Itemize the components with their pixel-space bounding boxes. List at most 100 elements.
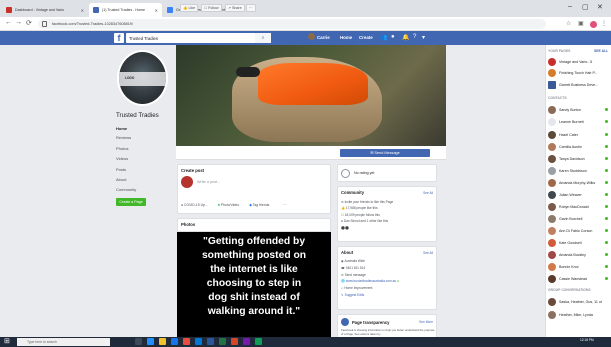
page-shortcut[interactable]: Finishing Touch Hair P... <box>548 68 608 77</box>
create-post-title: Create post <box>181 168 205 173</box>
menu-icon[interactable]: ⋮ <box>601 20 607 27</box>
contact-row[interactable]: Robyn MacDonald <box>548 202 608 211</box>
suggest-edits-link[interactable]: ✎ Suggest Edits <box>341 292 399 299</box>
forward-icon[interactable]: → <box>15 19 22 26</box>
contact-row[interactable]: Cassie Wanstead <box>548 274 608 283</box>
left-nav-home[interactable]: Home <box>116 126 127 131</box>
group-row[interactable]: Heather, Mike, Lynda <box>548 310 608 319</box>
word-icon[interactable] <box>207 338 214 345</box>
your-pages-label: YOUR PAGES <box>548 49 571 53</box>
excel-icon[interactable] <box>219 338 226 345</box>
star-icon[interactable]: ☆ <box>566 20 571 27</box>
send-message-row[interactable]: ✉ Send message <box>341 272 399 279</box>
taskbar-clock[interactable]: 12:18 PM <box>580 338 594 342</box>
facebook-search-input[interactable]: Trusted Tradies <box>126 33 271 43</box>
category-row[interactable]: ◇ Home Improvement <box>341 285 399 292</box>
edge-icon[interactable] <box>147 338 154 345</box>
contact-row[interactable]: Kate Goodsell <box>548 238 608 247</box>
maximize-icon[interactable]: ▢ <box>582 3 589 11</box>
page-title[interactable]: Trusted Tradies <box>116 112 159 119</box>
onenote-icon[interactable] <box>243 338 250 345</box>
community-row-text: Dan Sinnot and 1 other like this <box>343 219 389 224</box>
follow-button[interactable]: ☐ Follow <box>201 4 222 12</box>
photo-quote-image[interactable]: "Getting offended by something posted on… <box>177 232 331 347</box>
chrome-icon[interactable] <box>183 338 190 345</box>
like-button[interactable]: 👍 Like <box>180 4 199 12</box>
left-nav-posts[interactable]: Posts <box>116 167 126 172</box>
post-input[interactable]: Write a post... <box>197 180 220 184</box>
browser-tab[interactable]: Dashboard - Vintage and Vario ✕ <box>2 3 88 17</box>
avatar[interactable] <box>308 33 315 40</box>
left-nav-photos[interactable]: Photos <box>116 146 128 151</box>
create-page-button[interactable]: Create a Page <box>116 198 146 206</box>
group-row[interactable]: Saska, Heather, Gus, 11 ot <box>548 297 608 306</box>
minimize-icon[interactable]: – <box>568 3 572 10</box>
photo-video-button[interactable]: ■ Photo/Video <box>218 203 239 207</box>
notifications-icon[interactable]: 🔔 <box>402 34 409 41</box>
back-icon[interactable]: ← <box>5 19 12 26</box>
contact-row[interactable]: Tanya Davidson <box>548 154 608 163</box>
page-shortcut[interactable]: Vintage and Vario...5 <box>548 57 608 66</box>
phone-row[interactable]: ☎ 0401 811 514 <box>341 265 399 272</box>
search-icon[interactable]: ⌕ <box>255 33 271 43</box>
left-nav-about[interactable]: About <box>116 177 126 182</box>
file-explorer-icon[interactable] <box>159 338 166 345</box>
share-button[interactable]: ↗ Share <box>225 4 245 12</box>
windows-start-icon[interactable]: ⊞ <box>4 338 12 346</box>
photos-title[interactable]: Photos <box>181 222 195 227</box>
messenger-icon[interactable]: ● <box>391 34 395 40</box>
contact-row[interactable]: Leanne Burnett <box>548 117 608 126</box>
store-icon[interactable] <box>171 338 178 345</box>
tag-friends-button[interactable]: ◆ Tag friends <box>249 203 269 207</box>
covid-button[interactable]: ● COVID-19 Up... <box>181 203 208 207</box>
close-icon[interactable]: ✕ <box>78 8 84 13</box>
task-view-icon[interactable] <box>135 338 142 345</box>
help-icon[interactable]: ? <box>413 34 416 40</box>
contact-row[interactable]: Amanda Buckley <box>548 250 608 259</box>
url-input[interactable]: facebook.com/Trusted-Tradies-10283476088… <box>38 19 546 29</box>
contact-row[interactable]: Amanda Murphy-Wilks <box>548 178 608 187</box>
nav-profile-link[interactable]: Carrie <box>317 35 330 40</box>
contact-row[interactable]: Hazel Cater <box>548 130 608 139</box>
contact-row[interactable]: Ann Di Fabio Corson <box>548 226 608 235</box>
extension-icon[interactable]: ▣ <box>578 20 584 27</box>
reload-icon[interactable]: ⟳ <box>26 19 32 27</box>
see-all-pages-link[interactable]: SEE ALL <box>594 49 608 53</box>
contact-row[interactable]: Sandy Burton <box>548 105 608 114</box>
taskbar-search-input[interactable]: Type here to search <box>17 338 110 346</box>
browser-tab-active[interactable]: (1) Trusted Tradies - Home ✕ <box>89 3 162 17</box>
page-shortcut[interactable]: Garrett Business Deve... <box>548 80 608 89</box>
left-nav-community[interactable]: Community <box>116 187 136 192</box>
about-see-all-link[interactable]: See All <box>423 251 433 255</box>
friends-icon[interactable]: 👥 <box>380 34 387 41</box>
contact-name: Robyn MacDonald <box>559 204 589 209</box>
facebook-logo-icon[interactable]: f <box>114 33 124 43</box>
see-more-link[interactable]: See More <box>419 320 433 324</box>
nav-home-link[interactable]: Home <box>340 35 352 40</box>
contact-row[interactable]: Karen Studdrison <box>548 166 608 175</box>
close-icon[interactable]: ✕ <box>152 8 158 13</box>
account-menu-icon[interactable]: ▾ <box>422 34 425 41</box>
profile-avatar-icon[interactable] <box>590 21 597 28</box>
cover-photo[interactable] <box>176 45 446 146</box>
app-icon[interactable] <box>255 338 262 345</box>
left-nav-reviews[interactable]: Reviews <box>116 135 131 140</box>
more-options-icon[interactable]: ··· <box>283 203 286 207</box>
website-link[interactable]: 🌐 www.trustedtradiesaustralia.com.au ● <box>341 278 399 285</box>
online-status-icon <box>605 145 608 148</box>
contact-row[interactable]: Julian Weaver <box>548 190 608 199</box>
more-button[interactable]: ··· <box>246 4 256 12</box>
community-see-all-link[interactable]: See All <box>423 191 433 195</box>
friends-like-row[interactable]: ● Dan Sinnot and 1 other like this <box>341 218 393 224</box>
powerpoint-icon[interactable] <box>231 338 238 345</box>
contact-row[interactable]: Bonnie Knol <box>548 262 608 271</box>
avatar <box>548 250 556 259</box>
window-close-icon[interactable]: ✕ <box>597 3 603 11</box>
nav-create-link[interactable]: Create <box>359 35 373 40</box>
send-message-button[interactable]: ✉ Send Message <box>340 149 430 157</box>
page-profile-picture[interactable]: LOGO <box>117 50 168 106</box>
contact-row[interactable]: Gavin Burchell <box>548 214 608 223</box>
left-nav-videos[interactable]: Videos <box>116 156 128 161</box>
contact-row[interactable]: Camilla Austin <box>548 142 608 151</box>
mail-icon[interactable] <box>195 338 202 345</box>
